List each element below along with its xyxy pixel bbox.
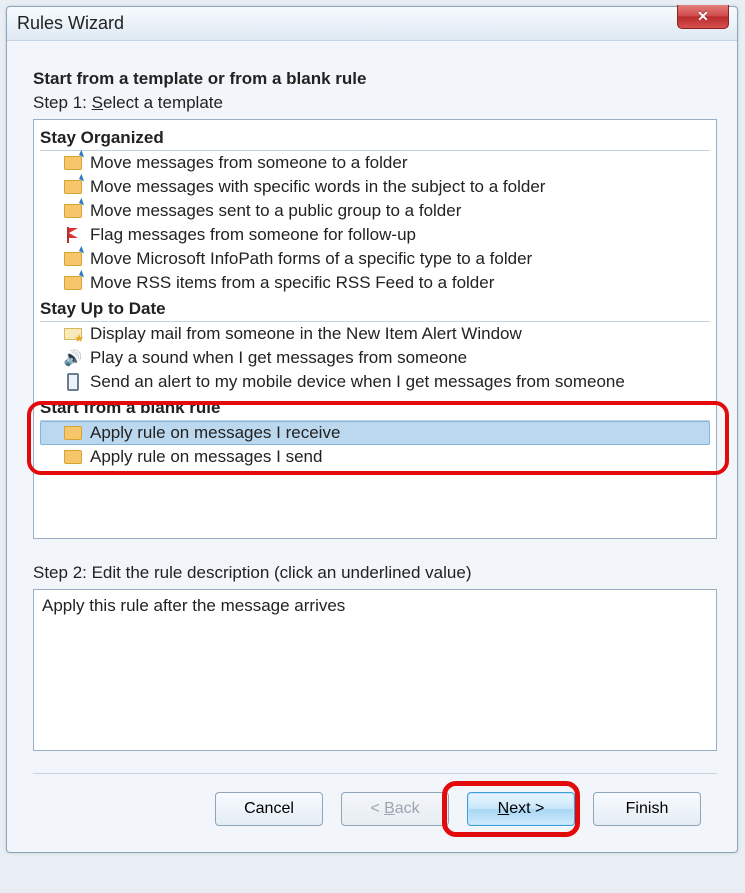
close-icon: ✕: [697, 8, 709, 25]
folder-plain-icon: [64, 448, 82, 466]
folder-move-icon: [64, 250, 82, 268]
template-mobile-alert[interactable]: Send an alert to my mobile device when I…: [40, 370, 710, 394]
template-apply-send[interactable]: Apply rule on messages I send: [40, 445, 710, 469]
folder-move-icon: [64, 178, 82, 196]
folder-move-icon: [64, 274, 82, 292]
step2-label: Step 2: Edit the rule description (click…: [33, 563, 717, 583]
dialog-body: Start from a template or from a blank ru…: [7, 41, 737, 852]
template-move-words-subject[interactable]: Move messages with specific words in the…: [40, 175, 710, 199]
folder-move-icon: [64, 154, 82, 172]
cancel-button[interactable]: Cancel: [215, 792, 323, 826]
template-move-infopath[interactable]: Move Microsoft InfoPath forms of a speci…: [40, 247, 710, 271]
intro-text: Start from a template or from a blank ru…: [33, 69, 717, 89]
template-move-public-group[interactable]: Move messages sent to a public group to …: [40, 199, 710, 223]
titlebar: Rules Wizard ✕: [7, 7, 737, 41]
template-flag-followup[interactable]: Flag messages from someone for follow-up: [40, 223, 710, 247]
flag-icon: [64, 226, 82, 244]
section-stay-organized: Stay Organized: [40, 126, 710, 151]
template-play-sound[interactable]: 🔊 Play a sound when I get messages from …: [40, 346, 710, 370]
close-button[interactable]: ✕: [677, 5, 729, 29]
template-move-from-someone[interactable]: Move messages from someone to a folder: [40, 151, 710, 175]
back-button: < Back: [341, 792, 449, 826]
rule-description-box[interactable]: Apply this rule after the message arrive…: [33, 589, 717, 751]
envelope-star-icon: [64, 325, 82, 343]
rules-wizard-dialog: Rules Wizard ✕ Start from a template or …: [6, 6, 738, 853]
next-button[interactable]: Next >: [467, 792, 575, 826]
template-display-new-item-alert[interactable]: Display mail from someone in the New Ite…: [40, 322, 710, 346]
template-move-rss[interactable]: Move RSS items from a specific RSS Feed …: [40, 271, 710, 295]
section-blank-rule: Start from a blank rule: [40, 396, 710, 421]
mobile-icon: [64, 373, 82, 391]
speaker-icon: 🔊: [64, 349, 82, 367]
step1-label: Step 1: Select a template: [33, 93, 717, 113]
section-stay-up-to-date: Stay Up to Date: [40, 297, 710, 322]
template-listbox[interactable]: Stay Organized Move messages from someon…: [33, 119, 717, 539]
finish-button[interactable]: Finish: [593, 792, 701, 826]
window-title: Rules Wizard: [17, 13, 124, 34]
wizard-button-row: Cancel < Back Next > Finish: [33, 773, 717, 834]
rule-description-text: Apply this rule after the message arrive…: [42, 596, 345, 615]
template-apply-receive[interactable]: Apply rule on messages I receive: [40, 421, 710, 445]
folder-plain-icon: [64, 424, 82, 442]
folder-move-icon: [64, 202, 82, 220]
